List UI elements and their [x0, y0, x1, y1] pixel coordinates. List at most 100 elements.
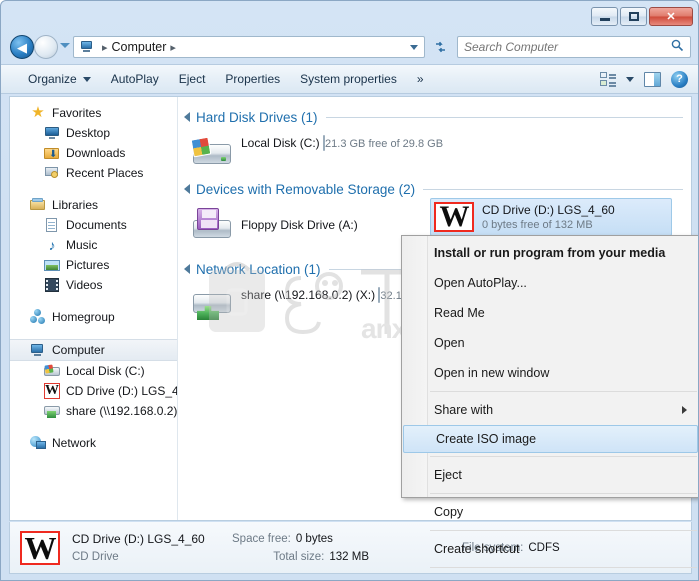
- overflow-button[interactable]: »: [408, 69, 433, 89]
- hdd-icon: [44, 363, 60, 379]
- group-divider-2: [423, 188, 683, 190]
- maximize-button[interactable]: [620, 7, 647, 26]
- organize-button[interactable]: Organize: [19, 69, 100, 89]
- sidebar-item-cd-drive[interactable]: W CD Drive (D:) LGS_4_: [10, 381, 177, 401]
- sidebar-item-share[interactable]: share (\\192.168.0.2): [10, 401, 177, 421]
- sidebar-item-homegroup[interactable]: Homegroup: [10, 307, 177, 327]
- sidebar-item-local-disk[interactable]: Local Disk (C:): [10, 361, 177, 381]
- address-dropdown-icon[interactable]: [410, 45, 418, 50]
- collapse-triangle-icon[interactable]: [184, 112, 190, 122]
- sidebar-label-documents: Documents: [66, 218, 127, 232]
- drive-info-local-disk: Local Disk (C:) 21.3 GB free of 29.8 GB: [241, 132, 444, 151]
- menu-item-create-shortcut[interactable]: Create shortcut: [402, 534, 698, 564]
- sidebar-item-desktop[interactable]: Desktop: [10, 123, 177, 143]
- network-drive-icon: [44, 403, 60, 419]
- sidebar-item-pictures[interactable]: Pictures: [10, 255, 177, 275]
- menu-item-open-autoplay[interactable]: Open AutoPlay...: [402, 268, 698, 298]
- drive-local-disk-c[interactable]: Local Disk (C:) 21.3 GB free of 29.8 GB: [188, 129, 448, 173]
- sidebar-item-documents[interactable]: Documents: [10, 215, 177, 235]
- change-view-icon[interactable]: [600, 71, 616, 87]
- sidebar-item-computer[interactable]: Computer: [10, 339, 177, 361]
- sidebar-group-favorites[interactable]: ★ Favorites: [10, 103, 177, 123]
- command-toolbar: Organize AutoPlay Eject Properties Syste…: [1, 64, 698, 94]
- eject-button[interactable]: Eject: [170, 69, 215, 89]
- drive-name-share: share (\\192.168.0.2) (X:): [241, 288, 376, 302]
- floppy-disk-icon: [191, 206, 233, 244]
- menu-item-open[interactable]: Open: [402, 328, 698, 358]
- minimize-button[interactable]: [591, 7, 618, 26]
- search-icon: [671, 39, 684, 55]
- address-bar[interactable]: ▸ Computer ▸: [73, 36, 425, 58]
- sidebar-label-local-disk: Local Disk (C:): [66, 364, 145, 378]
- music-icon: ♪: [48, 237, 56, 253]
- collapse-triangle-icon-2[interactable]: [184, 184, 190, 194]
- sidebar-label-favorites: Favorites: [52, 106, 102, 120]
- sidebar-label-libraries: Libraries: [52, 198, 99, 212]
- menu-item-copy[interactable]: Copy: [402, 497, 698, 527]
- minimize-icon: [599, 18, 610, 21]
- sidebar-item-music[interactable]: ♪ Music: [10, 235, 177, 255]
- library-icon: [30, 197, 46, 213]
- refresh-icon: [435, 41, 445, 53]
- sidebar-label-pictures: Pictures: [66, 258, 110, 272]
- sidebar-item-downloads[interactable]: ⬇ Downloads: [10, 143, 177, 163]
- menu-item-create-iso-image[interactable]: Create ISO image: [403, 425, 698, 453]
- sidebar-group-libraries[interactable]: Libraries: [10, 195, 177, 215]
- back-arrow-icon: ◀: [17, 39, 27, 55]
- drive-name-local-disk: Local Disk (C:): [241, 136, 320, 150]
- system-properties-button[interactable]: System properties: [291, 69, 406, 89]
- menu-item-properties[interactable]: Properties: [402, 571, 698, 580]
- sidebar-gap-3: [10, 327, 177, 339]
- menu-item-install-or-run[interactable]: Install or run program from your media: [402, 238, 698, 268]
- sidebar-gap-2: [10, 295, 177, 307]
- sidebar-item-videos[interactable]: Videos: [10, 275, 177, 295]
- drive-info-floppy: Floppy Disk Drive (A:): [241, 206, 358, 232]
- sidebar-label-downloads: Downloads: [66, 146, 126, 160]
- autoplay-button[interactable]: AutoPlay: [102, 69, 168, 89]
- details-space-column: Space free: 0 bytes Total size: 132 MB: [232, 530, 372, 566]
- drive-free-local-disk: 21.3 GB free of 29.8 GB: [325, 138, 444, 150]
- sidebar-label-computer: Computer: [52, 343, 105, 357]
- help-icon[interactable]: ?: [671, 70, 688, 88]
- search-box[interactable]: [457, 36, 691, 58]
- organize-label: Organize: [28, 72, 77, 86]
- pictures-icon: [44, 257, 60, 273]
- view-dropdown-icon[interactable]: [626, 76, 634, 82]
- videos-icon: [44, 277, 60, 293]
- refresh-button[interactable]: [429, 36, 452, 58]
- drive-name-floppy: Floppy Disk Drive (A:): [241, 218, 358, 232]
- properties-button[interactable]: Properties: [216, 69, 289, 89]
- menu-item-open-in-new-window[interactable]: Open in new window: [402, 358, 698, 388]
- sidebar-label-music: Music: [66, 238, 98, 252]
- drive-floppy-a[interactable]: Floppy Disk Drive (A:): [188, 203, 363, 247]
- star-icon: ★: [31, 104, 45, 121]
- search-input[interactable]: [464, 40, 671, 54]
- history-dropdown-icon[interactable]: [60, 43, 70, 48]
- breadcrumb-computer[interactable]: Computer: [112, 40, 167, 54]
- details-space-free-label: Space free:: [232, 532, 291, 545]
- navigation-pane: ★ Favorites Desktop ⬇ Downloads Recent P…: [10, 97, 178, 520]
- group-header-hard-disk-drives[interactable]: Hard Disk Drives (1): [178, 107, 691, 127]
- forward-button[interactable]: [34, 35, 58, 59]
- collapse-triangle-icon-3[interactable]: [184, 264, 190, 274]
- back-button[interactable]: ◀: [10, 35, 34, 59]
- preview-pane-icon[interactable]: [644, 71, 661, 87]
- maximize-icon: [628, 12, 639, 21]
- close-button[interactable]: ✕: [649, 7, 693, 26]
- drive-cd-d[interactable]: W CD Drive (D:) LGS_4_60 0 bytes free of…: [430, 198, 672, 236]
- sidebar-item-recent-places[interactable]: Recent Places: [10, 163, 177, 183]
- sidebar-item-network[interactable]: Network: [10, 433, 177, 453]
- recent-places-icon: [44, 165, 60, 181]
- drive-row-hard-disk: Local Disk (C:) 21.3 GB free of 29.8 GB: [178, 129, 691, 177]
- menu-separator-4: [430, 530, 697, 531]
- downloads-icon: ⬇: [44, 145, 60, 161]
- group-header-removable-storage[interactable]: Devices with Removable Storage (2): [178, 179, 691, 199]
- breadcrumb-separator-2-icon[interactable]: ▸: [166, 41, 180, 54]
- address-row: ◀ ▸ Computer ▸: [1, 31, 698, 64]
- network-drive-icon: [191, 284, 233, 322]
- drive-name-cd: CD Drive (D:) LGS_4_60: [482, 203, 615, 217]
- title-bar: ✕: [1, 1, 698, 31]
- menu-item-share-with[interactable]: Share with: [402, 395, 698, 425]
- menu-item-eject[interactable]: Eject: [402, 460, 698, 490]
- menu-item-read-me[interactable]: Read Me: [402, 298, 698, 328]
